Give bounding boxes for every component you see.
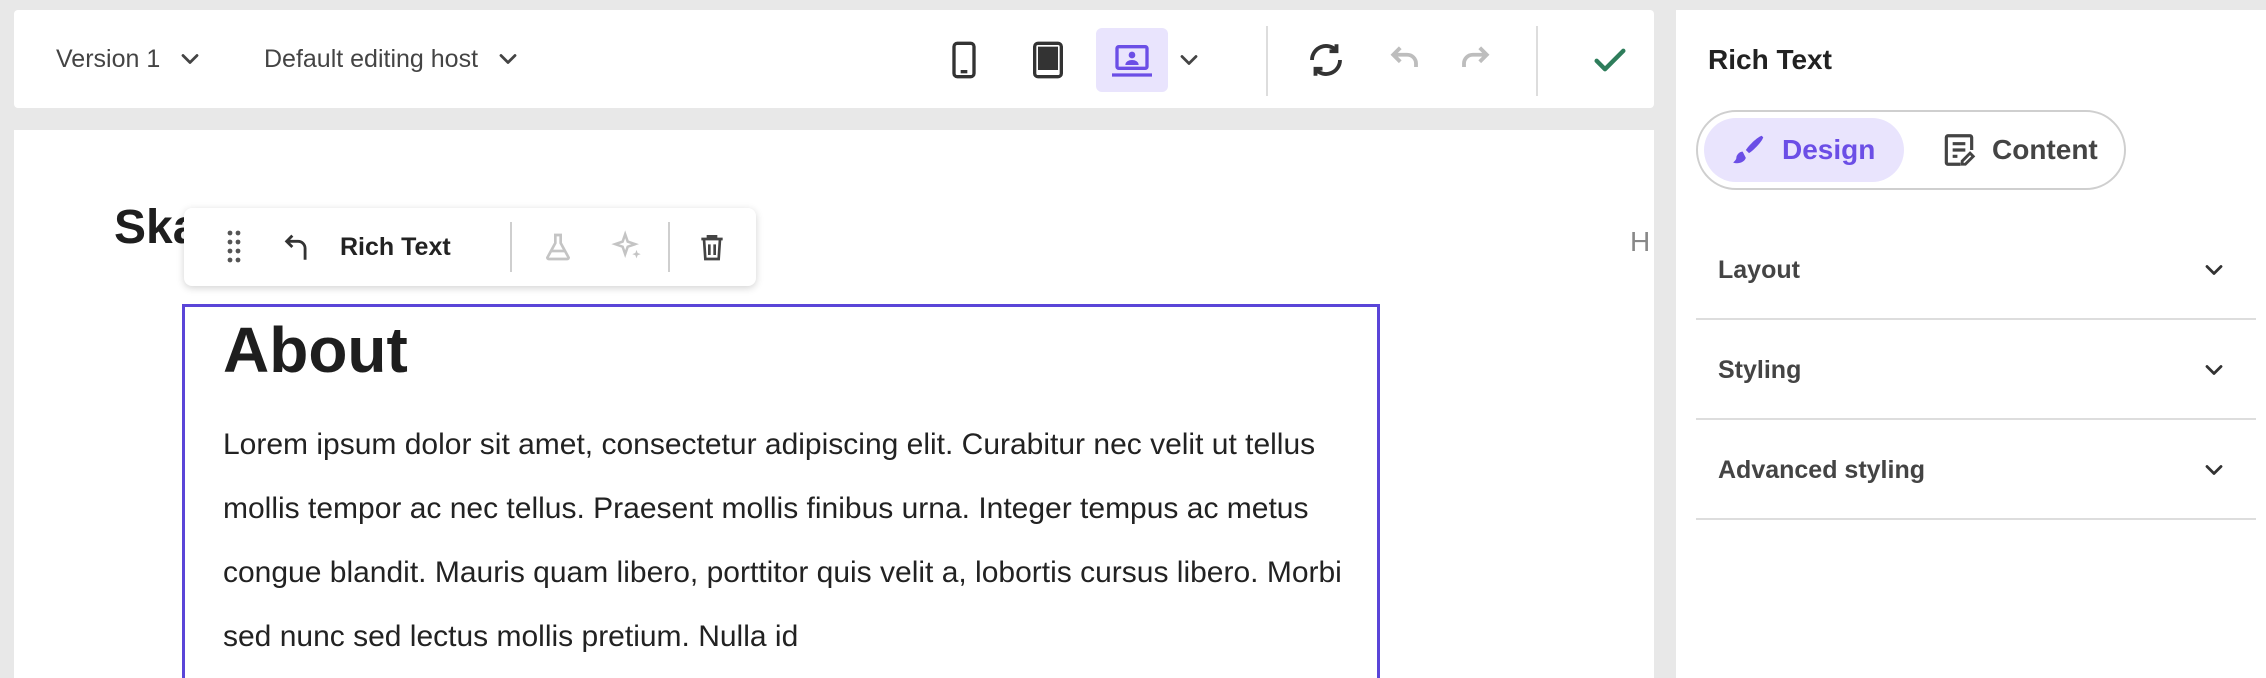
design-content-toggle: Design Content (1696, 110, 2126, 190)
sparkle-icon (611, 230, 641, 259)
redo-icon (1462, 46, 1490, 67)
tab-content-label: Content (1992, 134, 2098, 165)
phone-icon (952, 41, 976, 79)
test-button[interactable] (538, 227, 578, 267)
device-tablet-button[interactable] (1012, 28, 1084, 92)
section-advanced-styling[interactable]: Advanced styling (1696, 420, 2256, 520)
delete-button[interactable] (692, 227, 732, 267)
section-label: Layout (1718, 256, 1800, 284)
tab-design[interactable]: Design (1704, 118, 1904, 182)
drag-handle-icon (227, 230, 241, 263)
toolbar-divider (1266, 26, 1268, 96)
drag-handle[interactable] (214, 227, 254, 267)
confirm-button[interactable] (1574, 28, 1646, 92)
section-label: Styling (1718, 356, 1802, 384)
editing-host-label: Default editing host (264, 44, 479, 73)
version-selector[interactable]: Version 1 (56, 10, 204, 108)
about-heading[interactable]: About (223, 313, 408, 387)
section-layout[interactable]: Layout (1696, 220, 2256, 320)
rich-text-block[interactable]: About Lorem ipsum dolor sit amet, consec… (182, 304, 1380, 678)
site-nav-item[interactable]: H (1630, 226, 1650, 258)
tablet-icon (1033, 41, 1063, 79)
tab-design-label: Design (1782, 134, 1876, 165)
select-parent-button[interactable] (278, 227, 318, 267)
check-icon (1594, 48, 1626, 72)
toolbar-divider (1536, 26, 1538, 96)
redo-button[interactable] (1442, 28, 1514, 92)
chevron-down-icon (2205, 365, 2223, 375)
editing-host-selector[interactable]: Default editing host (264, 10, 522, 108)
toolbar-divider (510, 222, 512, 272)
chevron-down-icon (2205, 465, 2223, 475)
device-more-button[interactable] (1164, 28, 1214, 92)
ai-assist-button[interactable] (608, 227, 648, 267)
panel-title: Rich Text (1708, 44, 1832, 75)
laptop-icon (1112, 45, 1152, 77)
flask-icon (545, 233, 571, 261)
undo-button[interactable] (1366, 28, 1438, 92)
version-label: Version 1 (56, 44, 161, 73)
trash-icon (701, 235, 723, 261)
tab-content[interactable]: Content (1914, 118, 2114, 182)
component-name: Rich Text (340, 233, 451, 261)
page-canvas: Ska H About Lorem ipsum dolor sit amet, … (14, 130, 1654, 678)
refresh-icon (1310, 44, 1342, 76)
refresh-button[interactable] (1290, 28, 1362, 92)
chevron-down-icon (181, 54, 199, 64)
component-toolbar: Rich Text (184, 208, 756, 286)
paintbrush-icon (1733, 135, 1764, 164)
section-label: Advanced styling (1718, 456, 1925, 484)
about-paragraph[interactable]: Lorem ipsum dolor sit amet, consectetur … (223, 413, 1353, 669)
document-edit-icon (1944, 134, 1976, 166)
device-phone-button[interactable] (928, 28, 1000, 92)
properties-panel: Rich Text Design Content Layout Styling … (1676, 10, 2266, 678)
arrow-up-left-icon (284, 234, 307, 260)
chevron-down-icon (1180, 55, 1198, 65)
section-styling[interactable]: Styling (1696, 320, 2256, 420)
undo-icon (1390, 46, 1418, 67)
editor-toolbar: Version 1 Default editing host (14, 10, 1654, 108)
toolbar-divider (668, 222, 670, 272)
chevron-down-icon (499, 54, 517, 64)
chevron-down-icon (2205, 265, 2223, 275)
device-laptop-button[interactable] (1096, 28, 1168, 92)
